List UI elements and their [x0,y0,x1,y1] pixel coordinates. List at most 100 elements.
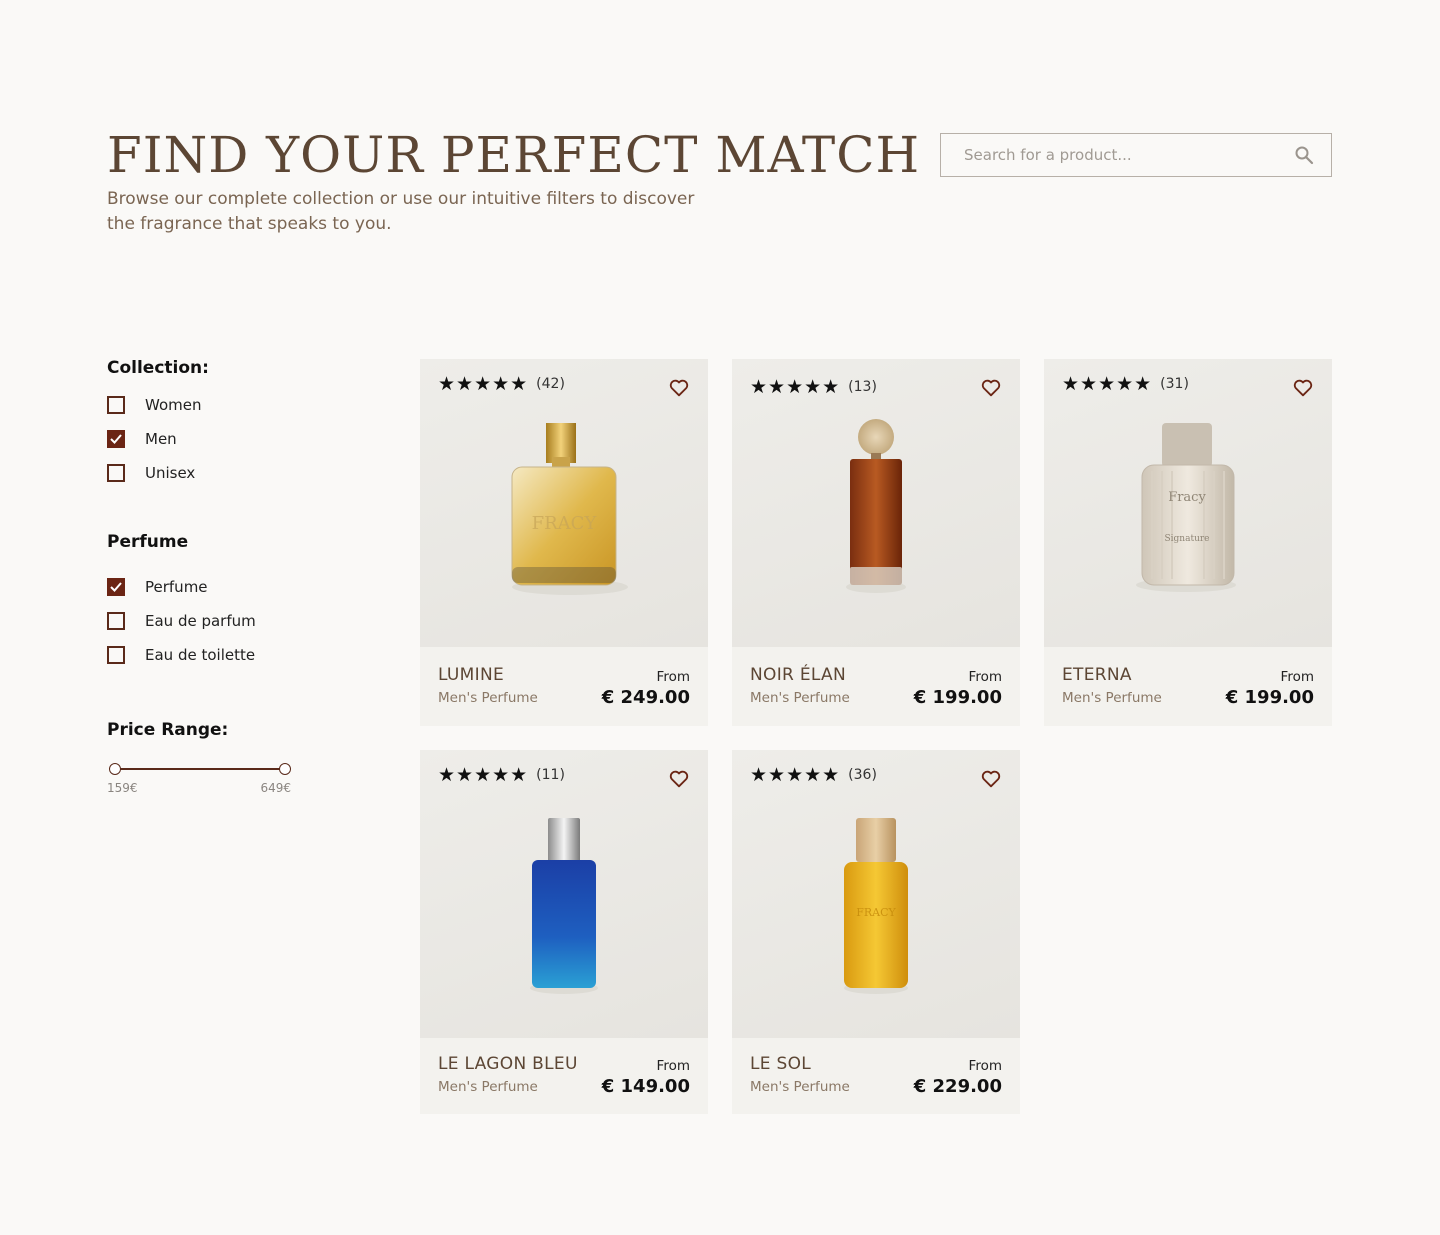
perfume-bottle-image: Fracy Signature [1136,423,1236,592]
filter-option-women[interactable]: Women [107,388,367,422]
product-price: € 149.00 [601,1076,690,1097]
check-icon [110,582,122,592]
filter-option-label: Men [145,430,177,448]
product-info: LUMINE Men's Perfume From € 249.00 [438,665,690,709]
heart-icon[interactable] [980,377,1002,399]
rating: ★★★★★ (31) [1062,373,1189,395]
svg-text:FRACY: FRACY [856,906,896,919]
heart-icon[interactable] [668,377,690,399]
perfume-bottle-image [530,818,598,994]
product-category: Men's Perfume [750,690,850,706]
star-rating-icon: ★★★★★ [1062,373,1153,395]
checkbox-checked[interactable] [107,430,125,448]
heart-icon[interactable] [1292,377,1314,399]
price-from-label: From [968,1058,1002,1074]
perfume-bottle-image: FRACY [511,423,628,595]
price-from-label: From [656,669,690,685]
checkbox[interactable] [107,646,125,664]
product-card[interactable]: FRACY ★★★★★ (42) LUMINE Men's Perfume Fr… [420,359,708,726]
filter-option-eau-de-toilette[interactable]: Eau de toilette [107,638,367,672]
product-info: LE LAGON BLEU Men's Perfume From € 149.0… [438,1054,690,1098]
star-rating-icon: ★★★★★ [750,376,841,398]
product-card[interactable]: ★★★★★ (11) LE LAGON BLEU Men's Perfume F… [420,750,708,1114]
slider-max-handle[interactable] [279,763,291,775]
perfume-bottle-image [846,419,906,593]
svg-text:Signature: Signature [1164,534,1209,544]
type-filter-title: Perfume [107,532,189,552]
slider-min-handle[interactable] [109,763,121,775]
price-max-label: 649€ [260,781,291,795]
heart-icon[interactable] [980,768,1002,790]
filter-option-unisex[interactable]: Unisex [107,456,367,490]
star-rating-icon: ★★★★★ [438,764,529,786]
search-icon[interactable] [1293,144,1315,166]
product-category: Men's Perfume [438,690,538,706]
product-card[interactable]: FRACY ★★★★★ (36) LE SOL Men's Perfume Fr… [732,750,1020,1114]
checkbox[interactable] [107,396,125,414]
type-filter: Perfume Perfume Eau de parfum Eau de toi… [107,532,367,672]
svg-text:Fracy: Fracy [1168,490,1206,505]
product-category: Men's Perfume [750,1079,850,1095]
filters-sidebar: Collection: Women Men Unisex Perfume Per… [107,358,367,795]
product-price: € 249.00 [601,687,690,708]
product-info: NOIR ÉLAN Men's Perfume From € 199.00 [750,665,1002,709]
product-price: € 199.00 [1225,687,1314,708]
rating: ★★★★★ (13) [750,376,877,398]
product-price: € 199.00 [913,687,1002,708]
perfume-bottle-image: FRACY [844,818,908,994]
price-from-label: From [656,1058,690,1074]
product-card[interactable]: Fracy Signature ★★★★★ (31) ETERNA Men's … [1044,359,1332,726]
product-image[interactable]: ★★★★★ (11) [420,750,708,1038]
product-category: Men's Perfume [1062,690,1162,706]
checkbox[interactable] [107,464,125,482]
page-title: FIND YOUR PERFECT MATCH [107,126,921,184]
filter-option-perfume[interactable]: Perfume [107,570,367,604]
product-card[interactable]: ★★★★★ (13) NOIR ÉLAN Men's Perfume From … [732,359,1020,726]
filter-option-label: Eau de parfum [145,612,256,630]
review-count: (42) [536,376,565,392]
product-info: LE SOL Men's Perfume From € 229.00 [750,1054,1002,1098]
filter-option-label: Unisex [145,464,196,482]
review-count: (11) [536,767,565,783]
product-name[interactable]: LUMINE [438,665,504,685]
search-bar[interactable] [940,133,1332,177]
product-info: ETERNA Men's Perfume From € 199.00 [1062,665,1314,709]
price-range-labels: 159€ 649€ [107,781,291,795]
checkbox[interactable] [107,612,125,630]
price-filter-title: Price Range: [107,720,229,740]
price-from-label: From [1280,669,1314,685]
rating: ★★★★★ (11) [438,764,565,786]
filter-option-eau-de-parfum[interactable]: Eau de parfum [107,604,367,638]
price-min-label: 159€ [107,781,138,795]
price-filter: Price Range: 159€ 649€ [107,720,367,795]
star-rating-icon: ★★★★★ [750,764,841,786]
check-icon [110,434,122,444]
rating: ★★★★★ (42) [438,373,565,395]
price-from-label: From [968,669,1002,685]
star-rating-icon: ★★★★★ [438,373,529,395]
filter-option-label: Women [145,396,202,414]
rating: ★★★★★ (36) [750,764,877,786]
checkbox-checked[interactable] [107,578,125,596]
filter-option-label: Perfume [145,578,208,596]
product-name[interactable]: LE SOL [750,1054,811,1074]
product-image[interactable]: ★★★★★ (13) [732,359,1020,647]
product-image[interactable]: Fracy Signature ★★★★★ (31) [1044,359,1332,647]
review-count: (13) [848,379,877,395]
filter-option-men[interactable]: Men [107,422,367,456]
product-name[interactable]: ETERNA [1062,665,1132,685]
search-input[interactable] [964,146,1293,164]
filter-option-label: Eau de toilette [145,646,256,664]
product-image[interactable]: FRACY ★★★★★ (42) [420,359,708,647]
price-range-slider[interactable] [107,762,291,776]
collection-filter: Collection: Women Men Unisex [107,358,367,490]
product-name[interactable]: NOIR ÉLAN [750,665,846,685]
product-category: Men's Perfume [438,1079,538,1095]
hero: FIND YOUR PERFECT MATCH Browse our compl… [107,125,927,237]
heart-icon[interactable] [668,768,690,790]
product-name[interactable]: LE LAGON BLEU [438,1054,578,1074]
page-subtitle: Browse our complete collection or use ou… [107,189,695,234]
slider-track [113,768,285,770]
svg-text:FRACY: FRACY [532,513,598,534]
product-image[interactable]: FRACY ★★★★★ (36) [732,750,1020,1038]
